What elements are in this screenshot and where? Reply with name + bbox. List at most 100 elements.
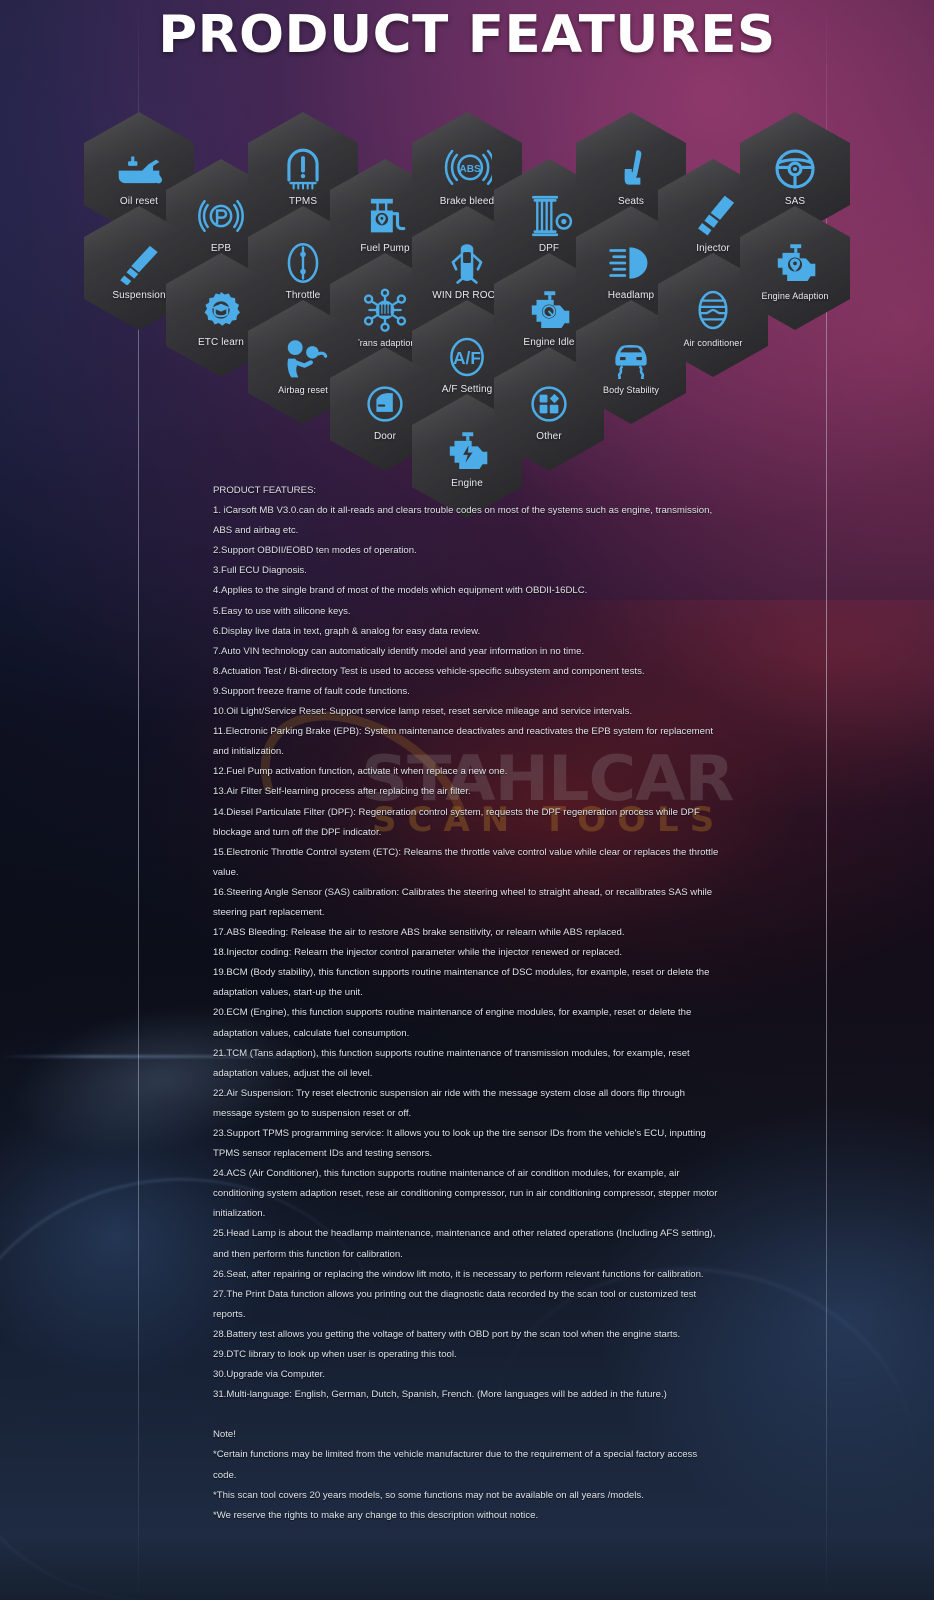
features-line: adaptation values, start-up the unit.: [213, 987, 363, 999]
features-line: 19.BCM (Body stability), this function s…: [213, 967, 710, 979]
feature-hex-label: Trans adaption: [354, 337, 416, 348]
features-line: 7.Auto VIN technology can automatically …: [213, 645, 585, 657]
features-line: adaptation values, adjust the oil level.: [213, 1067, 373, 1079]
engine-bolt-icon: [442, 429, 492, 473]
features-line: 13.Air Filter Self-learning process afte…: [213, 786, 471, 798]
dpf-filter-icon: [524, 194, 574, 238]
trans-adaption-icon: [360, 288, 410, 332]
feature-hex-label: Throttle: [285, 289, 321, 301]
feature-hexagon-grid: Oil reset EPB Suspension TPMS Throttle ETC le…: [0, 0, 934, 518]
feature-hex-label: Other: [536, 430, 562, 442]
features-line: 20.ECM (Engine), this function supports …: [213, 1007, 692, 1019]
features-line: value.: [213, 866, 239, 878]
feature-hex-label: Body Stability: [603, 384, 659, 395]
svg-text:A/F: A/F: [453, 348, 481, 368]
features-line: 22.Air Suspension: Try reset electronic …: [213, 1087, 685, 1099]
feature-hex-label: Injector: [696, 242, 730, 254]
abs-brake-icon: ABS: [442, 147, 492, 191]
features-line: 3.Full ECU Diagnosis.: [213, 565, 307, 577]
throttle-icon: [278, 241, 328, 285]
car-seat-icon: [606, 147, 656, 191]
features-line: *Certain functions may be limited from t…: [213, 1449, 698, 1461]
tpms-icon: [278, 147, 328, 191]
features-line: message system go to suspension reset or…: [213, 1107, 412, 1119]
suspension-icon: [114, 241, 164, 285]
features-line: 28.Battery test allows you getting the v…: [213, 1328, 681, 1340]
feature-hex-label: A/F Setting: [441, 383, 493, 395]
feature-hex-label: Oil reset: [119, 195, 159, 207]
feature-hex-label: Engine Adaption: [761, 290, 829, 301]
features-line: 23.Support TPMS programming service: It …: [213, 1128, 706, 1139]
features-line: 15.Electronic Throttle Control system (E…: [213, 846, 719, 858]
fuel-pump-icon: [360, 194, 410, 238]
features-spacer: [213, 1405, 758, 1425]
engine-idle-icon: [524, 288, 574, 332]
engine-adaption-icon: [770, 241, 820, 285]
features-line: adaptation values, calculate fuel consum…: [213, 1027, 410, 1039]
features-line: and then perform this function for calib…: [213, 1248, 403, 1260]
features-line: reports.: [213, 1308, 246, 1320]
features-line: 26.Seat, after repairing or replacing th…: [213, 1268, 704, 1280]
features-line: 30.Upgrade via Computer.: [213, 1369, 325, 1381]
features-line: 18.Injector coding: Relearn the injector…: [213, 947, 623, 959]
car-door-icon: [360, 382, 410, 426]
features-line: conditioning system adaption reset, rese…: [213, 1188, 718, 1200]
headlamp-icon: [606, 241, 656, 285]
features-line: and initialization.: [213, 746, 284, 758]
features-line: ABS and airbag etc.: [213, 525, 299, 537]
features-line: 11.Electronic Parking Brake (EPB): Syste…: [213, 726, 713, 738]
features-line: steering part replacement.: [213, 906, 325, 918]
feature-hex-label: Suspension: [112, 289, 166, 301]
features-line: 31.Multi-language: English, German, Dutc…: [213, 1389, 667, 1401]
features-line: 25.Head Lamp is about the headlamp maint…: [213, 1228, 716, 1240]
features-line: 27.The Print Data function allows you pr…: [213, 1288, 697, 1300]
injector-icon: [688, 194, 738, 238]
feature-hex-label: Airbag reset: [278, 384, 328, 395]
features-line: *We reserve the rights to make any chang…: [213, 1509, 539, 1521]
feature-hex-label: Door: [373, 430, 397, 442]
features-line: 12.Fuel Pump activation function, activa…: [213, 766, 508, 778]
features-line: 29.DTC library to look up when user is o…: [213, 1349, 457, 1361]
feature-hex-label: DPF: [538, 242, 560, 254]
features-line: 10.Oil Light/Service Reset: Support serv…: [213, 706, 633, 718]
feature-hex-label: ETC learn: [198, 336, 244, 348]
features-line: 17.ABS Bleeding: Release the air to rest…: [213, 927, 625, 939]
features-line: code.: [213, 1469, 237, 1481]
steering-wheel-icon: [770, 147, 820, 191]
feature-hex-label: Seats: [617, 195, 645, 207]
epb-brake-icon: [196, 194, 246, 238]
features-line: 16.Steering Angle Sensor (SAS) calibrati…: [213, 886, 713, 898]
feature-hex-label: Brake bleed: [439, 195, 495, 207]
features-line: 8.Actuation Test / Bi-directory Test is …: [213, 665, 645, 677]
features-line: 2.Support OBDII/EOBD ten modes of operat…: [213, 545, 417, 557]
features-line: 9.Support freeze frame of fault code fun…: [213, 685, 410, 697]
features-line: 4.Applies to the single brand of most of…: [213, 585, 588, 597]
airbag-icon: [278, 335, 328, 379]
feature-hex-label: EPB: [210, 242, 232, 254]
feature-hex-label: Engine Idle: [523, 336, 575, 348]
features-line: 6.Display live data in text, graph & ana…: [213, 625, 481, 637]
window-roof-icon: [442, 241, 492, 285]
feature-hex-label: Fuel Pump: [360, 242, 410, 254]
features-line: 1. iCarsoft MB V3.0.can do it all-reads …: [213, 505, 713, 517]
feature-hex-label: Air conditioner: [683, 337, 743, 348]
features-line: initialization.: [213, 1208, 266, 1220]
feature-hex-label: TPMS: [288, 195, 318, 207]
body-stability-icon: [606, 335, 656, 379]
svg-text:ABS: ABS: [459, 164, 481, 175]
features-line: TPMS sensor replacement IDs and testing …: [213, 1148, 433, 1160]
features-line: Note!: [213, 1429, 236, 1441]
features-line: 14.Diesel Particulate Filter (DPF): Rege…: [213, 806, 700, 818]
other-grid-icon: [524, 382, 574, 426]
af-setting-icon: A/F: [442, 335, 492, 379]
etc-learn-icon: [196, 288, 246, 332]
features-line: blockage and turn off the DPF indicator.: [213, 826, 382, 838]
features-line: 21.TCM (Tans adaption), this function su…: [213, 1047, 690, 1059]
feature-hex-label: SAS: [784, 195, 806, 207]
oil-can-icon: [114, 147, 164, 191]
features-line: 5.Easy to use with silicone keys.: [213, 605, 351, 617]
feature-hex-label: WIN DR ROOF: [432, 289, 502, 301]
features-heading: PRODUCT FEATURES:: [213, 485, 317, 496]
air-conditioner-icon: [688, 288, 738, 332]
feature-hex-label: Headlamp: [607, 289, 655, 301]
